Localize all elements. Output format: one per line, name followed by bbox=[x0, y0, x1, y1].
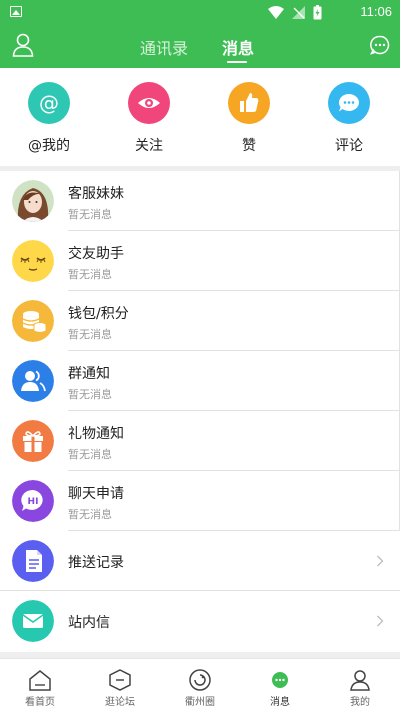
active-tab-indicator bbox=[227, 61, 247, 63]
profile-icon bbox=[350, 670, 370, 691]
item-subtitle: 暂无消息 bbox=[68, 448, 112, 461]
item-title: 交友助手 bbox=[68, 246, 124, 262]
tab-circle[interactable]: 衢州圈 bbox=[160, 659, 240, 711]
item-title: 站内信 bbox=[68, 615, 110, 631]
tab-messages-bottom[interactable]: 消息 bbox=[240, 659, 320, 711]
quick-action-follow[interactable]: 关注 bbox=[109, 82, 189, 155]
item-subtitle: 暂无消息 bbox=[68, 508, 112, 521]
list-item-friend-assistant[interactable]: 交友助手 暂无消息 bbox=[0, 231, 400, 291]
item-title: 推送记录 bbox=[68, 555, 124, 571]
tab-home[interactable]: 看首页 bbox=[0, 659, 80, 711]
item-subtitle: 暂无消息 bbox=[68, 268, 112, 281]
list-item-chat-request[interactable]: HI 聊天申请 暂无消息 bbox=[0, 471, 400, 531]
list-item-gift-notice[interactable]: 礼物通知 暂无消息 bbox=[0, 411, 400, 471]
list-item-inbox[interactable]: 站内信 bbox=[0, 591, 400, 651]
tab-contacts[interactable]: 通讯录 bbox=[140, 35, 188, 59]
item-subtitle: 暂无消息 bbox=[68, 208, 112, 221]
quick-action-label: 关注 bbox=[135, 138, 163, 154]
message-list: 客服妹妹 暂无消息 交友助手 暂无消息 钱包/积分 暂无消息 群通知 暂无消息 … bbox=[0, 171, 400, 652]
gift-icon bbox=[12, 420, 54, 462]
quick-action-label: @我的 bbox=[28, 138, 70, 154]
coins-icon bbox=[12, 300, 54, 342]
list-item-group-notice[interactable]: 群通知 暂无消息 bbox=[0, 351, 400, 411]
item-subtitle: 暂无消息 bbox=[68, 328, 112, 341]
eye-icon bbox=[128, 82, 170, 124]
header-tabs: 通讯录 消息 bbox=[0, 24, 400, 68]
svg-text:@: @ bbox=[39, 91, 59, 115]
message-icon bbox=[272, 672, 288, 688]
quick-action-label: 赞 bbox=[242, 138, 256, 154]
app-header: 通讯录 消息 bbox=[0, 24, 400, 68]
at-icon: @ bbox=[28, 82, 70, 124]
image-notification-icon bbox=[10, 6, 22, 17]
thumbs-up-icon bbox=[228, 82, 270, 124]
tab-messages[interactable]: 消息 bbox=[222, 35, 254, 59]
avatar bbox=[12, 180, 54, 222]
status-bar: 11:06 bbox=[0, 0, 400, 24]
tab-label: 衢州圈 bbox=[185, 697, 215, 708]
chat-bubble-icon[interactable] bbox=[370, 35, 390, 55]
mail-icon bbox=[12, 600, 54, 642]
system-icons bbox=[268, 4, 322, 19]
quick-action-comments[interactable]: 评论 bbox=[309, 82, 389, 155]
signal-icon bbox=[292, 5, 305, 19]
bottom-tab-bar: 看首页 逛论坛 衢州圈 消息 我的 bbox=[0, 658, 400, 711]
item-title: 钱包/积分 bbox=[68, 306, 129, 322]
circle-icon bbox=[189, 669, 211, 691]
emoji-face-icon bbox=[12, 240, 54, 282]
list-item-push-history[interactable]: 推送记录 bbox=[0, 531, 400, 591]
list-item-customer-service[interactable]: 客服妹妹 暂无消息 bbox=[0, 171, 400, 231]
hi-bubble-icon: HI bbox=[12, 480, 54, 522]
tab-label: 看首页 bbox=[25, 697, 55, 708]
svg-text:HI: HI bbox=[28, 497, 39, 507]
quick-action-label: 评论 bbox=[335, 138, 363, 154]
chevron-right-icon bbox=[377, 615, 384, 627]
chevron-right-icon bbox=[377, 555, 384, 567]
tab-forum[interactable]: 逛论坛 bbox=[80, 659, 160, 711]
wifi-icon bbox=[268, 5, 284, 19]
list-item-wallet[interactable]: 钱包/积分 暂无消息 bbox=[0, 291, 400, 351]
item-subtitle: 暂无消息 bbox=[68, 388, 112, 401]
item-title: 礼物通知 bbox=[68, 426, 124, 442]
battery-icon bbox=[313, 4, 322, 19]
group-icon bbox=[12, 360, 54, 402]
item-title: 群通知 bbox=[68, 366, 110, 382]
tab-label: 我的 bbox=[350, 697, 370, 708]
forum-icon bbox=[109, 669, 131, 691]
quick-action-likes[interactable]: 赞 bbox=[209, 82, 289, 155]
document-icon bbox=[12, 540, 54, 582]
clock: 11:06 bbox=[360, 4, 392, 19]
tab-label: 消息 bbox=[270, 697, 290, 708]
item-title: 聊天申请 bbox=[68, 486, 124, 502]
tab-profile[interactable]: 我的 bbox=[320, 659, 400, 711]
tab-label: 逛论坛 bbox=[105, 697, 135, 708]
quick-actions: @ @我的 关注 赞 评论 bbox=[0, 68, 400, 166]
comment-icon bbox=[328, 82, 370, 124]
quick-action-at-me[interactable]: @ @我的 bbox=[9, 82, 89, 155]
item-title: 客服妹妹 bbox=[68, 186, 124, 202]
home-icon bbox=[29, 670, 51, 691]
